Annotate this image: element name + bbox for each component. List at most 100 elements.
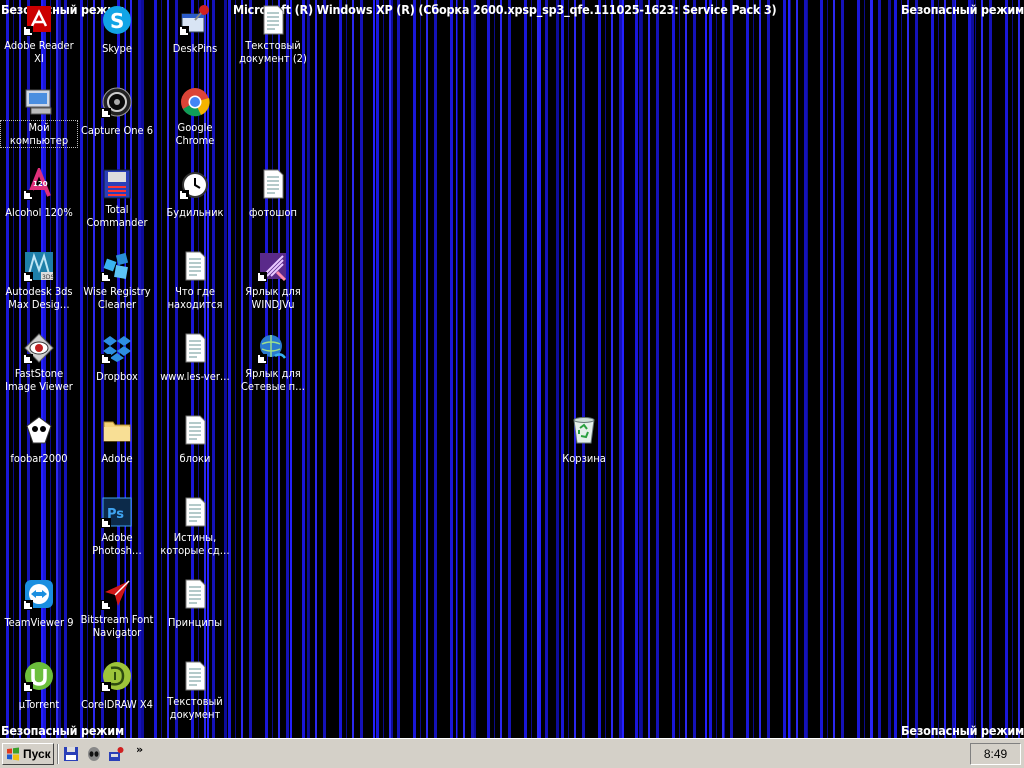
quick-launch-tool[interactable] [108,746,124,762]
os-version-banner: Microsoft (R) Windows XP (R) (Сборка 260… [233,2,777,17]
desktop-icon-dropbox[interactable]: Dropbox [79,332,155,385]
start-button[interactable]: Пуск [2,743,54,765]
desktop-icon-label: Adobe [101,452,133,465]
desktop-icon-label: Истины, которые сд… [160,531,230,557]
text-document-icon [179,250,211,282]
chrome-icon [179,86,211,118]
system-tray: 8:49 [970,743,1021,765]
desktop-icon-deskpins[interactable]: DeskPins [157,4,233,57]
desktop-icon-label: Что где находится [167,285,223,311]
desktop-icon-label: фотошоп [249,206,297,219]
desktop-icon-label: Wise Registry Cleaner [83,285,151,311]
capture-one-icon [101,86,133,118]
desktop-icon-alarm-clock[interactable]: Будильник [157,168,233,221]
desktop-icon-label: DeskPins [172,42,218,55]
desktop-icon-network[interactable]: Ярлык для Сетевые п… [235,332,311,395]
desktop-icon-label: µTorrent [18,698,60,711]
desktop-icon-recycle-bin[interactable]: Корзина [546,414,622,467]
desktop-icon-3ds-max[interactable]: 3DS Autodesk 3ds Max Desig… [1,250,77,313]
desktop-icon-label: Dropbox [96,370,138,383]
deskpins-icon [179,4,211,36]
text-document-icon [179,578,211,610]
desktop-icon-label: Adobe Photosh… [92,531,142,557]
desktop-icon-label: Google Chrome [175,121,215,147]
foobar-icon [23,414,55,446]
text-document-icon [257,4,289,36]
text-document-icon [179,660,211,692]
desktop-icon-les-ver[interactable]: www.les-ver… [157,332,233,385]
quick-launch-overflow-button[interactable]: » [136,743,143,756]
desktop-icon-photoshop-doc[interactable]: фотошоп [235,168,311,221]
desktop-icon-capture-one[interactable]: Capture One 6 [79,86,155,139]
windjvu-icon [257,250,289,282]
desktop-icon-label: Ярлык для WINDJVu [245,285,301,311]
svg-text:3DS: 3DS [42,274,54,281]
coreldraw-icon [101,660,133,692]
desktop-icon-skype[interactable]: S Skype [79,4,155,57]
desktop-icon-chrome[interactable]: Google Chrome [157,86,233,149]
utorrent-icon [23,660,55,692]
desktop-icon-text-document-2[interactable]: Текстовый документ (2) [235,4,311,67]
desktop-icon-total-commander[interactable]: Total Commander [79,168,155,231]
desktop-icon-label: Total Commander [86,203,148,229]
safe-mode-label-top-right: Безопасный режим [901,2,1024,17]
desktop-icon-utorrent[interactable]: µTorrent [1,660,77,713]
desktop-icon-adobe-folder[interactable]: Adobe [79,414,155,467]
desktop-icon-label: FastStone Image Viewer [5,367,73,393]
quick-launch-alien[interactable] [86,746,102,762]
desktop-icon-teamviewer[interactable]: TeamViewer 9 [1,578,77,631]
desktop-icon-my-computer[interactable]: Мой компьютер [0,86,78,149]
total-commander-icon [101,168,133,200]
desktop-icon-adobe-reader[interactable]: Adobe Reader XI [1,4,77,67]
desktop-icon-faststone[interactable]: FastStone Image Viewer [1,332,77,395]
desktop[interactable]: Безопасный режим Microsoft (R) Windows X… [0,0,1024,738]
desktop-icon-what-where[interactable]: Что где находится [157,250,233,313]
start-button-label: Пуск [23,747,51,761]
alcohol-icon: 120 [23,168,55,200]
save-icon [64,747,78,761]
alien-icon [88,747,100,761]
desktop-icon-label: Autodesk 3ds Max Desig… [5,285,73,311]
faststone-icon [23,332,55,364]
network-icon [257,332,289,364]
desktop-icon-label: Корзина [562,452,606,465]
desktop-icon-wise-registry[interactable]: Wise Registry Cleaner [79,250,155,313]
quick-launch-save[interactable] [63,746,79,762]
desktop-icon-alcohol[interactable]: 120 Alcohol 120% [1,168,77,221]
desktop-icon-windjvu[interactable]: Ярлык для WINDJVu [235,250,311,313]
desktop-icon-label: Будильник [166,206,224,219]
taskbar-separator [57,744,59,764]
desktop-icon-label: блоки [179,452,211,465]
photoshop-icon: Ps [101,496,133,528]
recycle-bin-icon [568,414,600,446]
text-document-icon [179,332,211,364]
text-document-icon [179,496,211,528]
desktop-icon-istiny[interactable]: Истины, которые сд… [157,496,233,559]
desktop-icon-label: foobar2000 [10,452,68,465]
svg-text:S: S [110,9,124,33]
desktop-icon-coreldraw[interactable]: CorelDRAW X4 [79,660,155,713]
text-document-icon [179,414,211,446]
svg-text:120: 120 [33,180,48,188]
desktop-icon-label: Adobe Reader XI [4,39,74,65]
desktop-icon-foobar[interactable]: foobar2000 [1,414,77,467]
desktop-icon-printsipy[interactable]: Принципы [157,578,233,631]
desktop-icon-label: Capture One 6 [80,124,154,137]
desktop-icon-text-document[interactable]: Текстовый документ [157,660,233,723]
desktop-icon-label: Текстовый документ (2) [239,39,307,65]
clock[interactable]: 8:49 [984,747,1007,761]
skype-icon: S [101,4,133,36]
tool-icon [109,747,124,761]
desktop-icon-bitstream[interactable]: Bitstream Font Navigator [79,578,155,641]
desktop-icon-bloki[interactable]: блоки [157,414,233,467]
adobe-reader-icon [23,4,55,36]
desktop-icon-photoshop[interactable]: Ps Adobe Photosh… [79,496,155,559]
teamviewer-icon [23,578,55,610]
windows-logo-icon [7,747,19,761]
desktop-icon-label: Bitstream Font Navigator [80,613,154,639]
safe-mode-label-bottom-right: Безопасный режим [901,723,1024,738]
wise-registry-icon [101,250,133,282]
dropbox-icon [101,332,133,364]
desktop-icon-label: TeamViewer 9 [4,616,74,629]
alarm-clock-icon [179,168,211,200]
